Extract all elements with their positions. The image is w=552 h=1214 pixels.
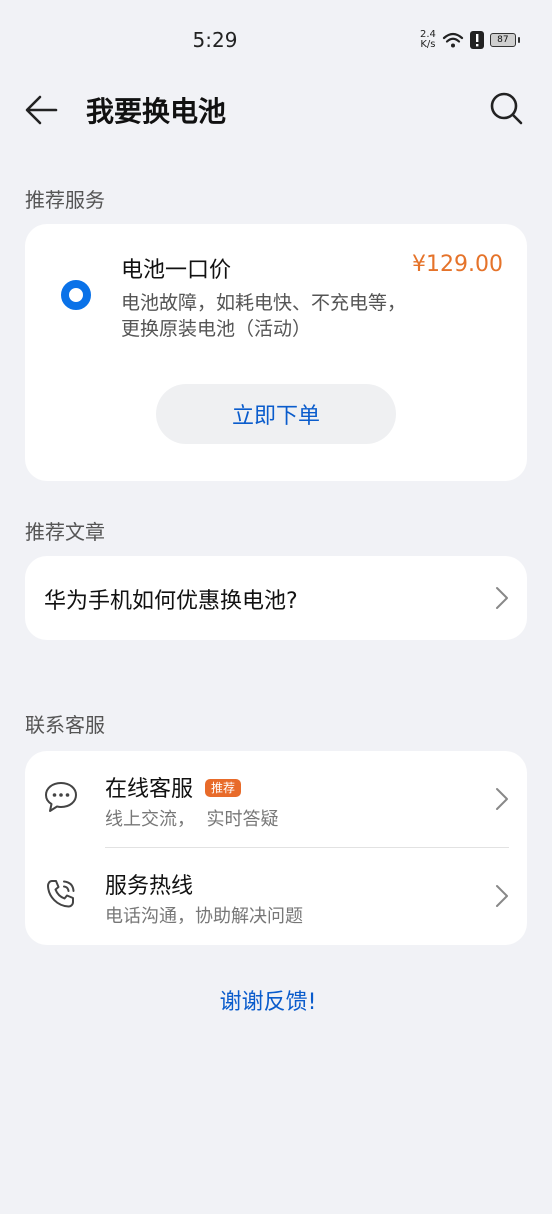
contact-subtitle: 电话沟通，协助解决问题 [105, 906, 303, 927]
status-bar: 5:29 2.4 K/s 87 [0, 0, 552, 80]
chat-bubble-icon [45, 782, 77, 812]
contact-title-text: 在线客服 [105, 777, 194, 802]
section-label-contact: 联系客服 [25, 713, 105, 737]
order-now-button[interactable]: 立即下单 [156, 384, 396, 444]
contact-item-online-service[interactable]: 在线客服 推荐 线上交流， 实时答疑 [25, 751, 527, 848]
contact-item-hotline[interactable]: 服务热线 电话沟通，协助解决问题 [25, 848, 527, 944]
article-card[interactable]: 华为手机如何优惠换电池? [25, 556, 527, 640]
network-speed-unit: K/s [420, 39, 436, 50]
page-title: 我要换电池 [86, 95, 227, 128]
contact-subtitle: 线上交流， 实时答疑 [105, 809, 279, 830]
service-description: 电池故障，如耗电快、不充电等，更换原装电池（活动） [121, 292, 407, 340]
header: 我要换电池 [0, 84, 552, 134]
feedback-link[interactable]: 谢谢反馈! [0, 984, 536, 1016]
service-radio[interactable] [61, 280, 91, 310]
chevron-right-icon [496, 885, 508, 907]
battery-indicator: 87 [489, 33, 520, 47]
section-label-recommended-article: 推荐文章 [25, 520, 105, 544]
wifi-icon [442, 32, 464, 48]
section-label-recommended-service: 推荐服务 [25, 188, 105, 212]
service-price: ¥129.00 [412, 252, 503, 277]
article-title: 华为手机如何优惠换电池? [44, 589, 298, 614]
status-time: 5:29 [192, 28, 238, 52]
service-card: 电池一口价 ¥129.00 电池故障，如耗电快、不充电等，更换原装电池（活动） … [25, 224, 527, 481]
back-arrow-icon[interactable] [22, 90, 62, 130]
phone-icon [47, 880, 75, 908]
chevron-right-icon [496, 587, 508, 609]
contact-title: 在线客服 推荐 [105, 771, 242, 803]
status-icons: 2.4 K/s 87 [420, 30, 520, 50]
chevron-right-icon [496, 788, 508, 810]
contact-title: 服务热线 [105, 874, 194, 899]
recommend-badge: 推荐 [205, 779, 242, 797]
contact-card: 在线客服 推荐 线上交流， 实时答疑 服务热线 电话沟通，协助解决问题 [25, 751, 527, 945]
network-speed: 2.4 K/s [420, 30, 436, 50]
search-icon[interactable] [488, 90, 526, 128]
alert-icon [469, 31, 484, 49]
service-name: 电池一口价 [121, 258, 232, 283]
